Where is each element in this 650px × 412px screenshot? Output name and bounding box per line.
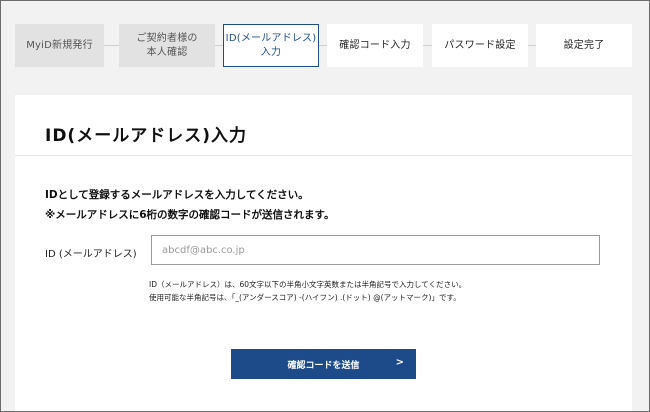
step-label: 設定完了 [563, 39, 605, 51]
step-connector [319, 45, 327, 46]
instructions: IDとして登録するメールアドレスを入力してください。 ※メールアドレスに6桁の数… [45, 185, 334, 225]
step-label: 確認コード入力 [339, 39, 411, 51]
step-myid-issue: MyiD新規発行 [15, 24, 104, 67]
chevron-right-icon: > [395, 357, 404, 368]
step-label: パスワード設定 [444, 39, 516, 51]
step-label: ID(メールアドレス) [225, 32, 317, 44]
step-label: ご契約者様の [136, 32, 198, 44]
send-code-button[interactable]: 確認コードを送信 > [231, 349, 416, 379]
step-connector [215, 45, 223, 46]
step-complete: 設定完了 [536, 24, 632, 67]
instruction-line: IDとして登録するメールアドレスを入力してください。 [45, 189, 309, 201]
step-identity-check: ご契約者様の 本人確認 [119, 24, 215, 67]
email-field-label: ID (メールアドレス) [45, 249, 137, 260]
email-field[interactable] [151, 235, 600, 265]
step-label: MyiD新規発行 [26, 39, 93, 51]
note-line: ID（メールアドレス）は、60文字以下の半角小文字英数または半角記号で入力してく… [149, 280, 467, 289]
note-line: 使用可能な半角記号は、「_(アンダースコア) -(ハイフン) .(ドット) @(… [149, 293, 461, 302]
send-code-label: 確認コードを送信 [287, 360, 360, 371]
step-connector [528, 45, 536, 46]
step-password-setup: パスワード設定 [432, 24, 528, 67]
page-title: ID(メールアドレス)入力 [45, 126, 247, 146]
progress-steps: MyiD新規発行 ご契約者様の 本人確認 ID(メールアドレス) 入力 確認コー… [15, 24, 635, 67]
input-notes: ID（メールアドレス）は、60文字以下の半角小文字英数または半角記号で入力してく… [149, 278, 466, 304]
instruction-line: ※メールアドレスに6桁の数字の確認コードが送信されます。 [45, 209, 335, 221]
id-input-card: ID(メールアドレス)入力 IDとして登録するメールアドレスを入力してください。… [15, 95, 632, 412]
step-connector [104, 45, 119, 46]
step-code-input: 確認コード入力 [327, 24, 423, 67]
title-divider [15, 155, 632, 156]
step-id-input: ID(メールアドレス) 入力 [223, 24, 319, 67]
step-label: 入力 [260, 46, 282, 58]
step-connector [423, 45, 432, 46]
step-label: 本人確認 [146, 46, 188, 58]
